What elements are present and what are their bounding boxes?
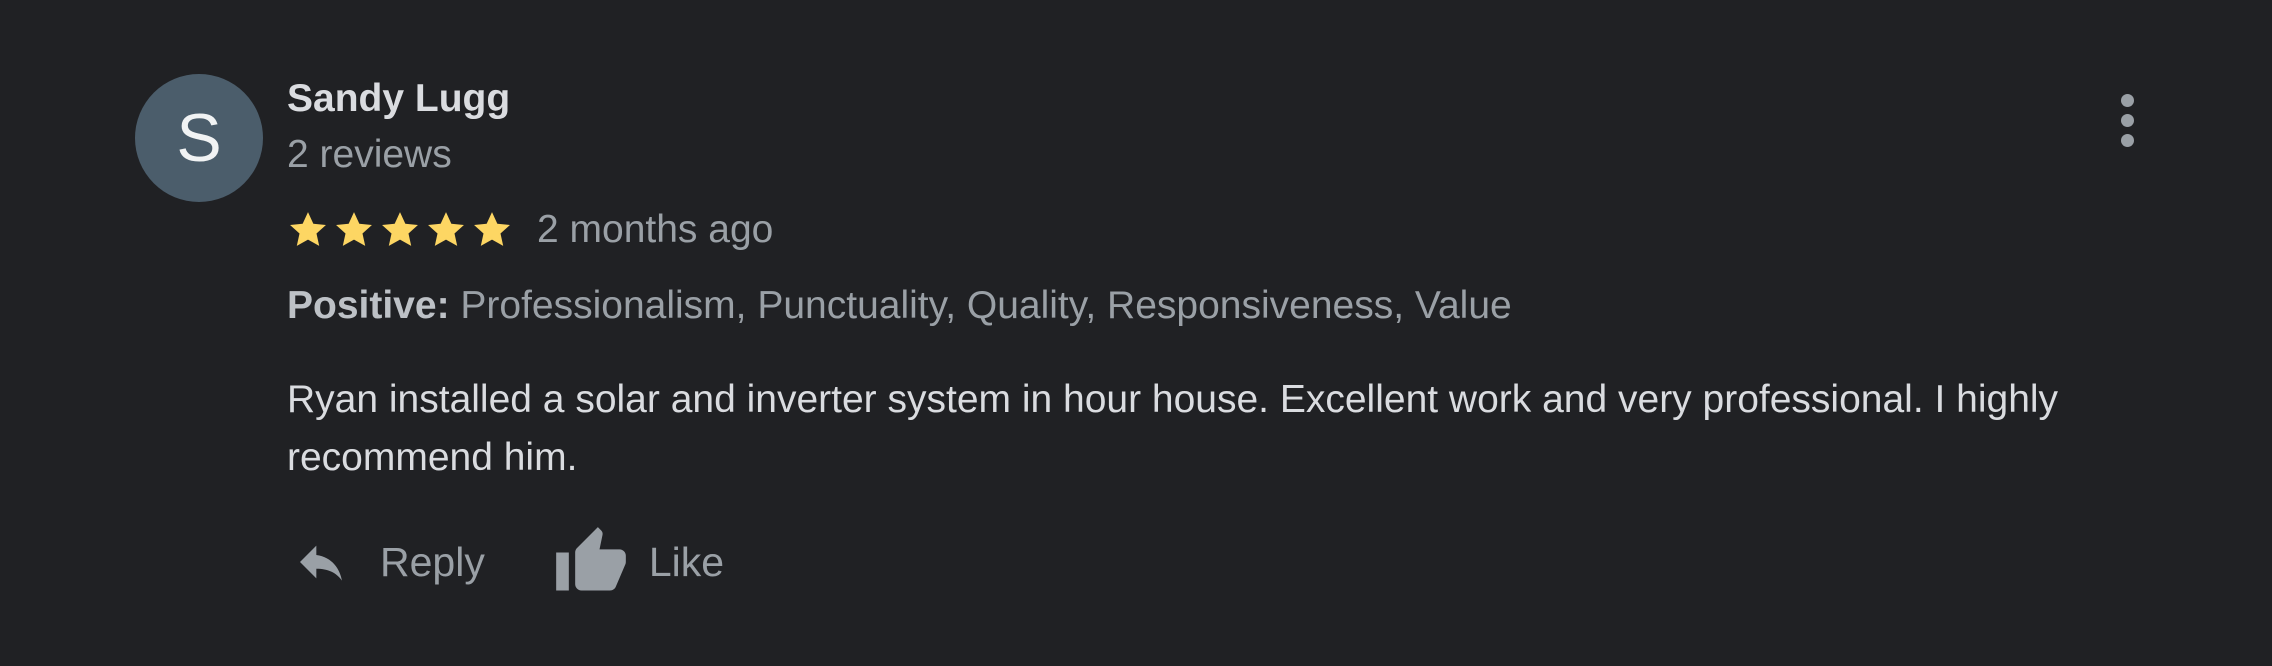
star-rating: [287, 209, 513, 251]
star-icon: [287, 209, 329, 251]
review-text: Ryan installed a solar and inverter syst…: [287, 378, 2059, 479]
author-name[interactable]: Sandy Lugg: [287, 76, 510, 122]
reply-button[interactable]: Reply: [290, 534, 485, 590]
star-icon: [333, 209, 375, 251]
star-icon: [425, 209, 467, 251]
review-count: 2 reviews: [287, 133, 452, 176]
review-actions: Reply Like: [290, 520, 724, 604]
reply-label: Reply: [380, 538, 485, 585]
review-attributes: Positive: Professionalism, Punctuality, …: [287, 282, 1512, 330]
more-vertical-icon-dot: [2120, 113, 2134, 127]
like-label: Like: [648, 538, 725, 585]
star-icon: [379, 209, 421, 251]
like-button[interactable]: Like: [553, 524, 724, 600]
reply-icon: [290, 534, 352, 590]
star-icon: [471, 209, 513, 251]
more-options-button[interactable]: [2100, 88, 2154, 152]
thumb-up-icon: [553, 524, 629, 600]
avatar[interactable]: S: [135, 74, 263, 202]
review-card: S Sandy Lugg 2 reviews 2 months ago Posi…: [0, 0, 2272, 666]
attributes-label: Positive:: [287, 284, 450, 327]
attributes-values: Professionalism, Punctuality, Quality, R…: [460, 284, 1512, 327]
more-vertical-icon: [2120, 93, 2134, 107]
review-date: 2 months ago: [537, 208, 774, 251]
avatar-letter: S: [176, 100, 222, 176]
rating-row: 2 months ago: [287, 202, 773, 258]
more-vertical-icon-dot: [2120, 133, 2134, 147]
